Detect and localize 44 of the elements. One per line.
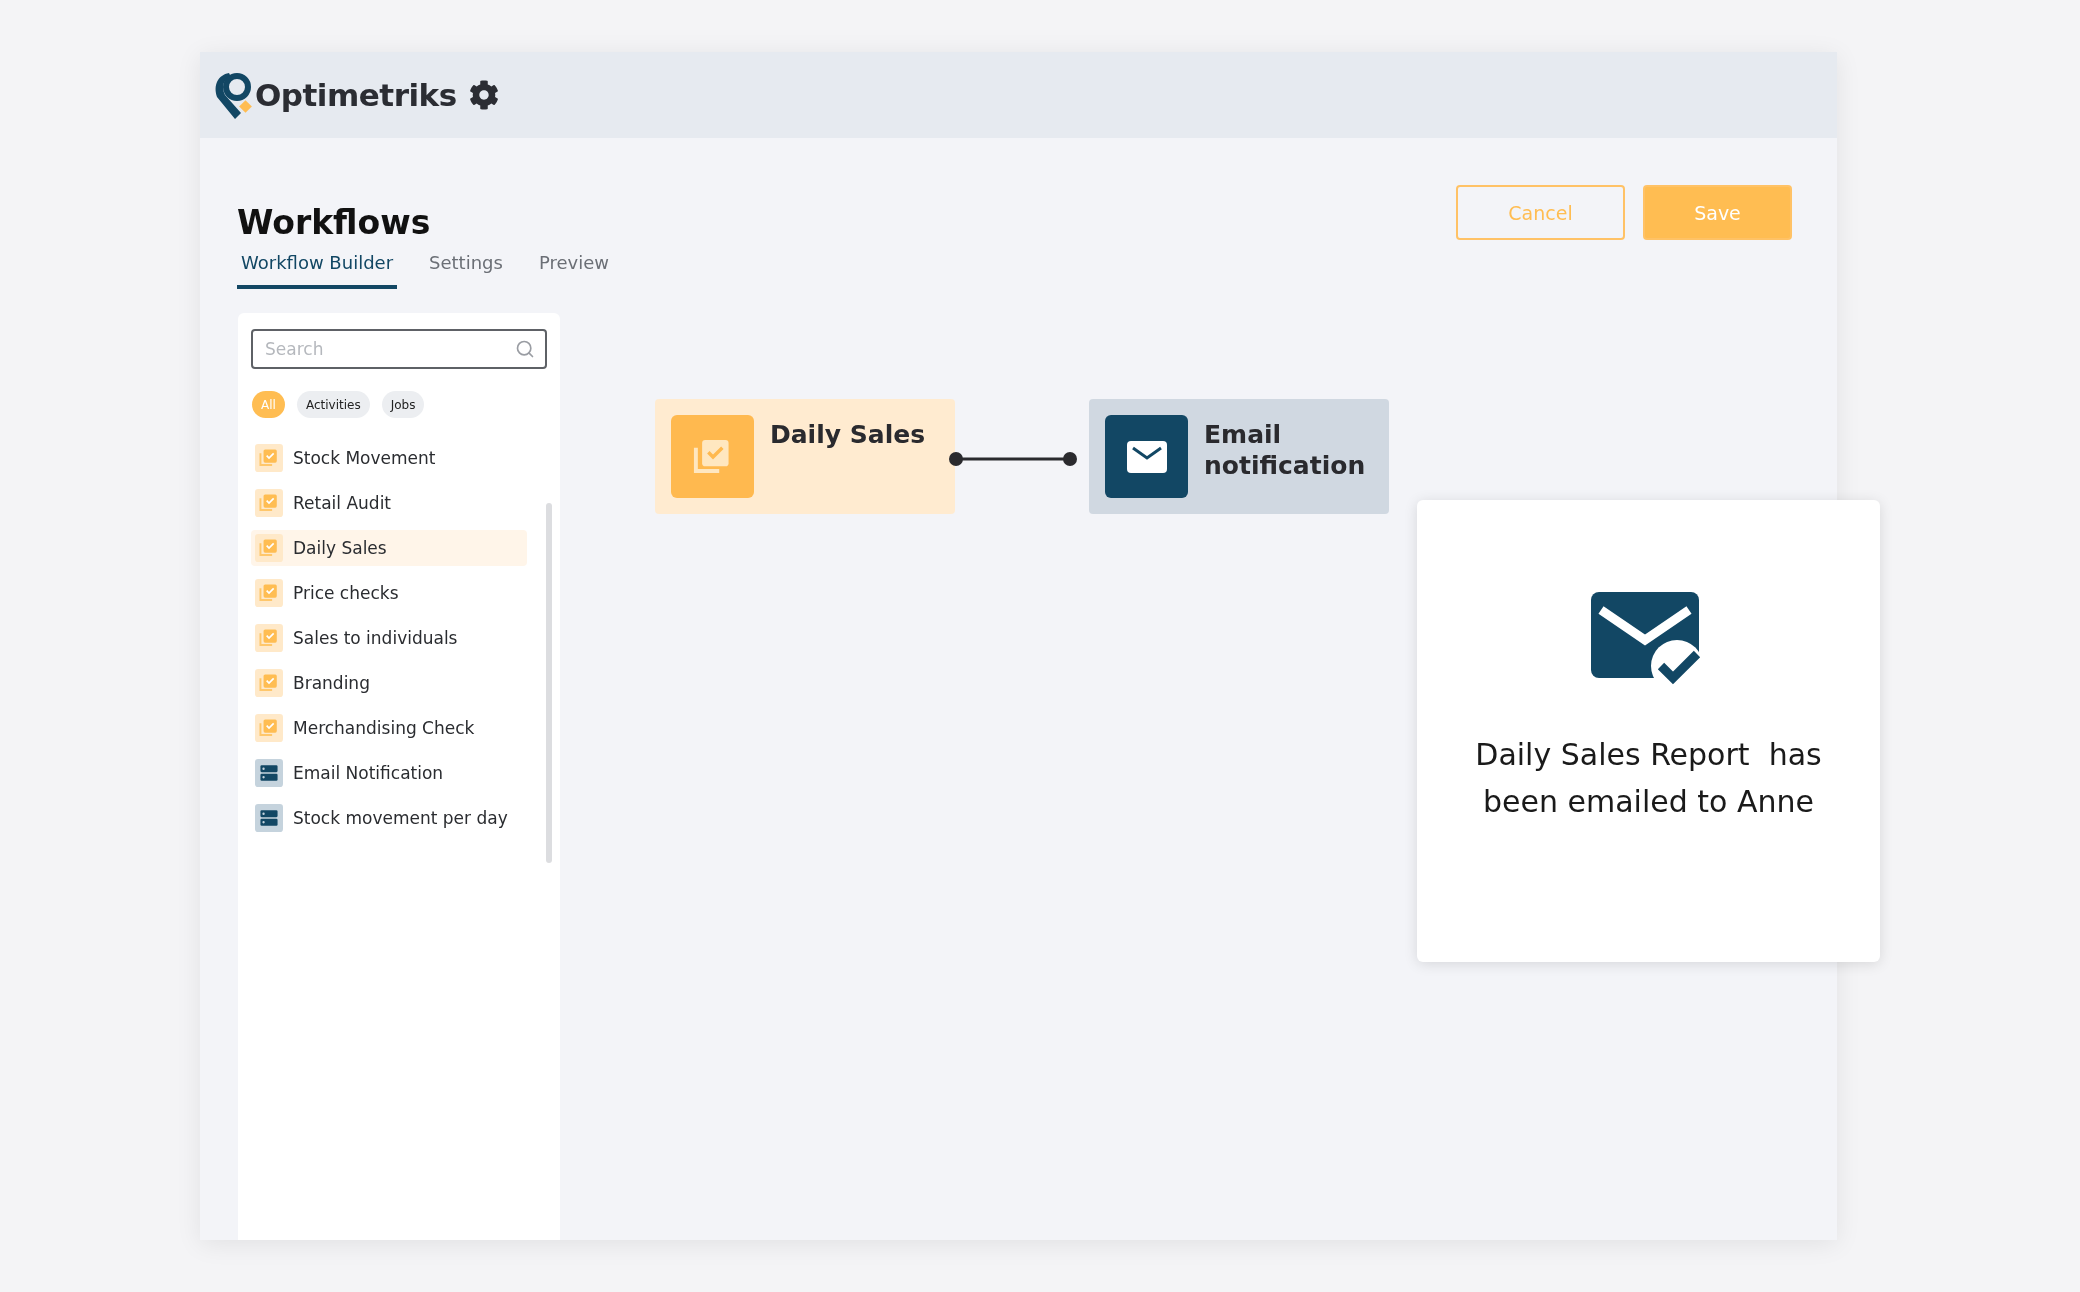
- sidebar-item[interactable]: Stock movement per day: [251, 800, 527, 836]
- page-title: Workflows: [237, 203, 432, 242]
- checklist-icon: [255, 714, 283, 742]
- workflow-node[interactable]: Daily Sales: [655, 399, 955, 514]
- tab[interactable]: Settings: [425, 252, 507, 289]
- tab[interactable]: Workflow Builder: [237, 252, 398, 289]
- envelope-icon: [1126, 440, 1167, 473]
- item-label: Stock Movement: [293, 448, 436, 468]
- server-icon: [255, 759, 283, 787]
- sidebar-item[interactable]: Retail Audit: [251, 485, 527, 521]
- node-label: Daily Sales: [770, 419, 926, 451]
- item-label: Stock movement per day: [293, 808, 508, 828]
- checklist-icon: [255, 444, 283, 472]
- sidebar-item[interactable]: Merchandising Check: [251, 710, 527, 746]
- checklist-icon: [255, 534, 283, 562]
- tab[interactable]: Preview: [534, 252, 613, 289]
- workflow-node[interactable]: Email notification: [1089, 399, 1389, 514]
- filter-chip[interactable]: Activities: [296, 391, 370, 418]
- item-label: Email Notification: [293, 763, 444, 783]
- search-icon: [515, 339, 535, 359]
- sidebar-item[interactable]: Stock Movement: [251, 440, 527, 476]
- sidebar-item[interactable]: Email Notification: [251, 755, 527, 791]
- item-label: Sales to individuals: [293, 628, 458, 648]
- sidebar-item[interactable]: Daily Sales: [251, 530, 527, 566]
- node-label: Email notification: [1204, 419, 1367, 483]
- item-label: Merchandising Check: [293, 718, 475, 738]
- checklist-icon: [255, 489, 283, 517]
- item-label: Branding: [293, 673, 370, 693]
- item-label: Retail Audit: [293, 493, 392, 513]
- settings-icon[interactable]: [468, 80, 499, 110]
- search-field[interactable]: Search: [251, 329, 547, 369]
- notification-message: Daily Sales Report has been emailed to Anne: [1474, 736, 1823, 821]
- checklist-icon: [255, 624, 283, 652]
- sidebar-item[interactable]: Branding: [251, 665, 527, 701]
- server-icon: [255, 804, 283, 832]
- checklist-icon: [255, 669, 283, 697]
- scrollbar[interactable]: [546, 503, 552, 863]
- sidebar-item[interactable]: Sales to individuals: [251, 620, 527, 656]
- item-label: Price checks: [293, 583, 399, 603]
- brand-name: Optimetriks: [255, 77, 457, 113]
- item-label: Daily Sales: [293, 538, 387, 558]
- checklist-icon: [255, 579, 283, 607]
- filter-chip[interactable]: Jobs: [381, 391, 425, 418]
- sidebar-item[interactable]: Price checks: [251, 575, 527, 611]
